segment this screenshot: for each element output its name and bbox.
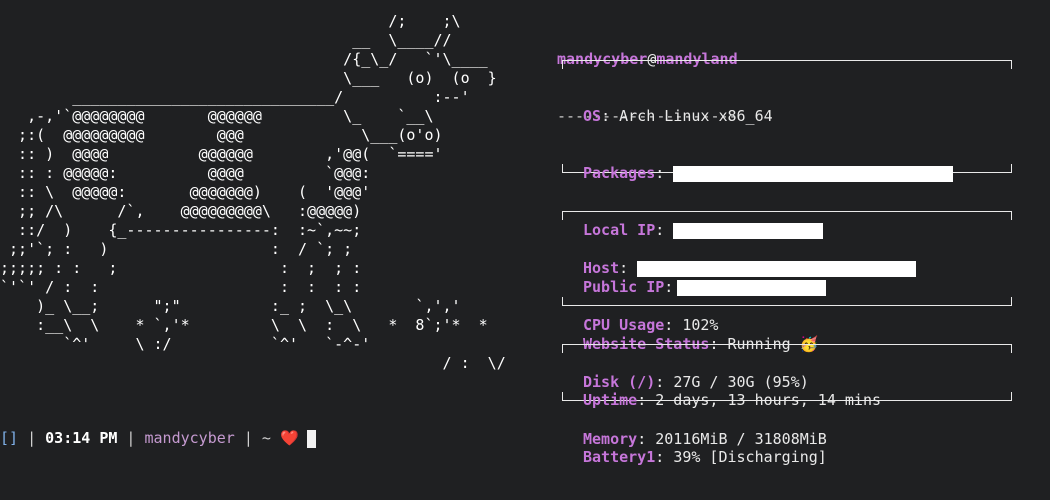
prompt-separator: | — [234, 429, 262, 447]
info-row-uptime: Uptime: 2 days, 13 hours, 14 mins — [583, 391, 882, 409]
info-key: Packages — [583, 164, 656, 182]
info-key: Uptime — [583, 391, 638, 409]
redacted-value — [673, 165, 954, 182]
prompt-bracket: [] — [0, 429, 19, 447]
info-key: OS — [583, 107, 602, 125]
info-row-packages: Packages: — [583, 164, 954, 183]
system-info-box: OS: Arch Linux x86_64 Packages: Local IP… — [562, 60, 1012, 353]
ascii-art-logo: /; ;\ __ \____// /{_\_/ `'\____ \___ (o)… — [0, 12, 506, 372]
text-cursor[interactable] — [306, 429, 316, 448]
info-row-host: Host: — [583, 259, 917, 278]
hardware-info-box: Host: CPU Usage: 102% Disk (/): 27G / 30… — [562, 211, 1012, 448]
shell-prompt[interactable]: [] | 03:14 PM | mandycyber | ~ ❤️ — [0, 429, 316, 448]
prompt-separator: | — [117, 429, 145, 447]
info-key: Host — [583, 259, 620, 277]
prompt-user: mandycyber — [144, 429, 235, 447]
redacted-value — [637, 260, 917, 277]
info-value: 2 days, 13 hours, 14 mins — [655, 391, 882, 409]
info-row-cpu-usage: CPU Usage: 102% — [583, 316, 719, 334]
prompt-time: 03:14 PM — [45, 429, 118, 447]
terminal-window: /; ;\ __ \____// /{_\_/ `'\____ \___ (o)… — [0, 0, 1050, 500]
heart-icon: ❤️ — [279, 429, 299, 447]
info-key: CPU Usage — [583, 316, 665, 334]
info-value: Arch Linux x86_64 — [619, 107, 773, 125]
uptime-info-box: Uptime: 2 days, 13 hours, 14 mins Batter… — [562, 344, 1012, 466]
info-row-os: OS: Arch Linux x86_64 — [583, 107, 773, 125]
uptime-info-rows: Uptime: 2 days, 13 hours, 14 mins Batter… — [583, 353, 881, 500]
prompt-separator: | — [18, 429, 46, 447]
info-value: 102% — [682, 316, 719, 334]
info-key: Battery1 — [583, 448, 656, 466]
info-row-battery: Battery1: 39% [Discharging] — [583, 448, 827, 466]
info-value: 39% [Discharging] — [673, 448, 827, 466]
prompt-directory: ~ — [261, 429, 271, 447]
